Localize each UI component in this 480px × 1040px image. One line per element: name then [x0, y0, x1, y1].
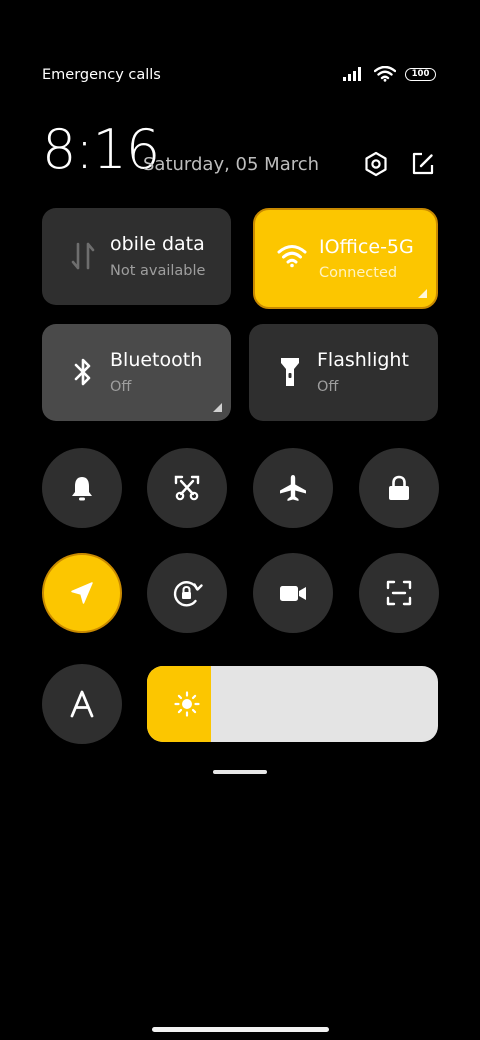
- brightness-slider[interactable]: [147, 666, 438, 742]
- tile-wifi-status: Connected: [319, 265, 398, 281]
- bell-icon: [72, 477, 92, 501]
- status-bar: Emergency calls o 100: [42, 62, 436, 90]
- scanner-icon: [386, 580, 412, 606]
- mobile-data-icon: [68, 241, 98, 271]
- rotation-lock-icon: [173, 581, 203, 607]
- tile-bluetooth[interactable]: Bluetooth Off: [42, 324, 231, 421]
- tile-mobile-data-status: Not available: [110, 263, 206, 279]
- toggle-scanner[interactable]: [359, 553, 439, 633]
- screenshot-icon: [174, 475, 200, 501]
- tile-wifi-expand-corner: [418, 289, 427, 298]
- tile-mobile-data-label: obile data: [110, 233, 205, 255]
- wifi-icon: [374, 66, 396, 82]
- clock-time: 8:16: [42, 118, 160, 181]
- settings-hexagon-icon[interactable]: [362, 150, 390, 178]
- wifi-icon: [277, 241, 307, 271]
- signal-bars-icon: [343, 67, 361, 81]
- edit-icon[interactable]: [409, 150, 437, 178]
- tile-flashlight-label: Flashlight: [317, 349, 409, 371]
- toggle-screen-recorder[interactable]: [253, 553, 333, 633]
- gesture-navigation-bar[interactable]: [152, 1027, 329, 1032]
- panel-drag-handle[interactable]: [213, 770, 267, 774]
- toggle-rotation-lock[interactable]: [147, 553, 227, 633]
- location-icon: [71, 582, 93, 604]
- tile-mobile-data[interactable]: obile data Not available: [42, 208, 231, 305]
- clock-date: Saturday, 05 March: [143, 154, 320, 175]
- tile-flashlight[interactable]: Flashlight Off: [249, 324, 438, 421]
- toggle-lock-screen[interactable]: [359, 448, 439, 528]
- tile-flashlight-status: Off: [317, 379, 339, 395]
- font-a-icon: [70, 690, 94, 718]
- flashlight-icon: [275, 357, 305, 387]
- airplane-icon: [280, 475, 306, 501]
- toggle-reading-mode[interactable]: [42, 664, 122, 744]
- toggle-sound[interactable]: [42, 448, 122, 528]
- status-icons: 100: [343, 66, 436, 82]
- sun-icon: [174, 691, 200, 717]
- tile-bluetooth-expand-corner: [213, 403, 222, 412]
- tile-bluetooth-label: Bluetooth: [110, 349, 203, 371]
- toggle-airplane-mode[interactable]: [253, 448, 333, 528]
- battery-indicator: 100: [405, 67, 436, 81]
- carrier-text: Emergency calls o: [42, 67, 166, 83]
- bluetooth-icon: [68, 357, 98, 387]
- video-camera-icon: [280, 586, 306, 601]
- toggle-location[interactable]: [42, 553, 122, 633]
- toggle-screenshot[interactable]: [147, 448, 227, 528]
- tile-bluetooth-status: Off: [110, 379, 132, 395]
- tile-wifi[interactable]: IOffice-5G Connected: [253, 208, 438, 309]
- lock-icon: [389, 475, 409, 500]
- tile-wifi-label: IOffice-5G: [319, 236, 414, 258]
